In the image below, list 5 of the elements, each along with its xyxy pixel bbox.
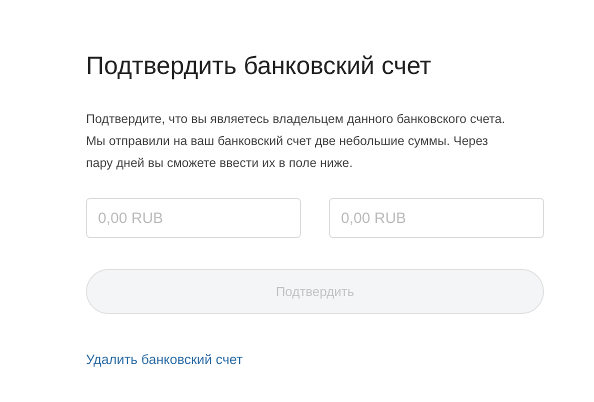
amount-field[interactable]: 0,00 RUB (86, 198, 301, 238)
description-text: Подтвердите, что вы являетесь владельцем данного банковского счета. Мы отправили на ваш банковский счет две небольшие суммы. Через пару дней вы сможете ввести их в поле ниже. (86, 111, 506, 172)
delete-account-link[interactable]: Удалить банковский счет (86, 352, 243, 367)
amount-field[interactable]: 0,00 RUB (329, 198, 544, 238)
page-title: Подтвердить банковский счет (86, 51, 432, 82)
